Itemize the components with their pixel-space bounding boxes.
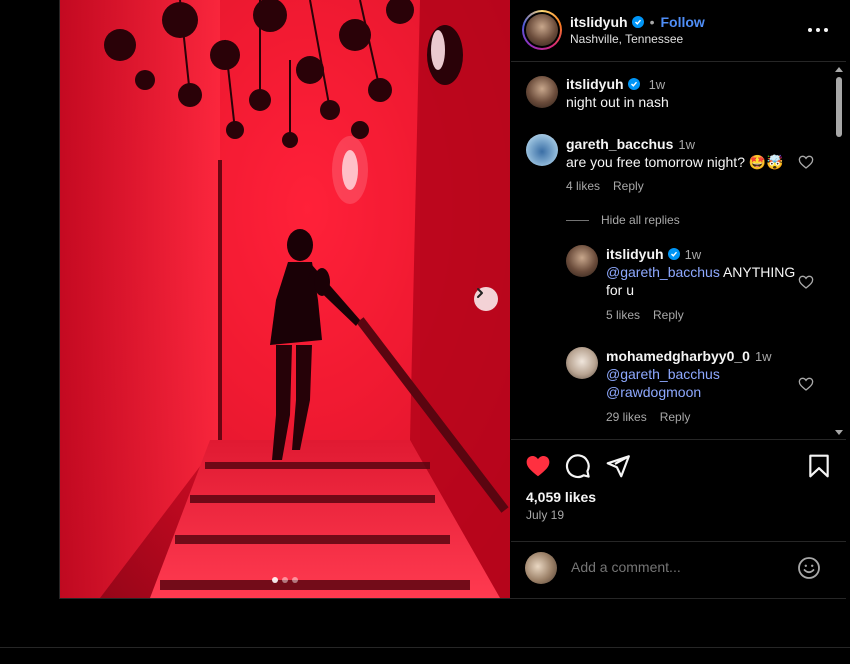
comments-list[interactable]: itslidyuh 1w night out in nash gareth_ba…	[511, 63, 846, 440]
scroll-thumb[interactable]	[836, 77, 842, 137]
reply-username[interactable]: mohamedgharbyy0_0	[606, 348, 750, 364]
carousel-dot	[292, 577, 298, 583]
reply-likes[interactable]: 5 likes	[606, 308, 640, 322]
avatar[interactable]	[566, 245, 598, 277]
emoji-icon[interactable]	[797, 556, 821, 580]
reply-time[interactable]: 1w	[685, 247, 702, 262]
like-count[interactable]: 4,059 likes	[526, 489, 596, 505]
reply-author: itslidyuh 1w	[606, 246, 701, 262]
mention-link[interactable]: @rawdogmoon	[606, 384, 701, 400]
carousel-dot	[272, 577, 278, 583]
reply-button[interactable]: Reply	[613, 179, 644, 193]
reply-username[interactable]: itslidyuh	[606, 246, 664, 262]
post-photo	[60, 0, 510, 598]
reply-button[interactable]: Reply	[660, 410, 691, 424]
caption-username[interactable]: itslidyuh	[566, 76, 624, 92]
reply-text: @gareth_bacchus @rawdogmoon	[606, 365, 720, 401]
follow-button[interactable]: Follow	[660, 14, 704, 30]
comment-text: are you free tomorrow night? 🤩🤯	[566, 154, 784, 170]
comment-input[interactable]	[571, 559, 791, 575]
caption-author: itslidyuh 1w	[566, 76, 665, 92]
mention-link[interactable]: @gareth_bacchus	[606, 366, 720, 382]
bottom-divider	[0, 647, 850, 648]
bookmark-icon[interactable]	[806, 453, 832, 479]
reply-text-body: ANYTHING	[722, 264, 796, 280]
comment-meta: 4 likes Reply	[566, 179, 644, 193]
post-side-panel: itslidyuh • Follow Nashville, Tennessee …	[511, 0, 846, 598]
reply-time[interactable]: 1w	[755, 349, 772, 364]
more-icon[interactable]	[808, 22, 828, 38]
reply-button[interactable]: Reply	[653, 308, 684, 322]
hide-replies-button[interactable]: Hide all replies	[566, 213, 680, 227]
hide-replies-line	[566, 219, 589, 221]
post-actions: 4,059 likes July 19	[511, 441, 846, 541]
heart-icon[interactable]	[798, 274, 814, 290]
avatar	[525, 552, 557, 584]
reply-author: mohamedgharbyy0_0 1w	[606, 348, 772, 364]
carousel-indicator	[272, 577, 298, 583]
reply-meta: 29 likes Reply	[606, 410, 690, 424]
post-media[interactable]	[60, 0, 510, 598]
chevron-right-icon	[477, 288, 483, 298]
post-location[interactable]: Nashville, Tennessee	[570, 32, 683, 46]
scroll-down-arrow[interactable]	[835, 430, 843, 435]
verified-icon	[667, 248, 680, 260]
author-name-row: itslidyuh • Follow	[570, 14, 705, 30]
avatar[interactable]	[526, 76, 558, 108]
reply-meta: 5 likes Reply	[606, 308, 684, 322]
heart-icon[interactable]	[525, 453, 551, 479]
author-username[interactable]: itslidyuh	[570, 14, 628, 30]
carousel-dot	[282, 577, 288, 583]
comment-icon[interactable]	[565, 453, 591, 479]
add-comment-bar	[511, 541, 846, 598]
mention-link[interactable]: @gareth_bacchus	[606, 264, 720, 280]
comment-author: gareth_bacchus 1w	[566, 136, 695, 152]
reply-likes[interactable]: 29 likes	[606, 410, 647, 424]
post-header: itslidyuh • Follow Nashville, Tennessee	[511, 0, 846, 62]
comments-scrollbar[interactable]	[832, 63, 846, 439]
caption-time[interactable]: 1w	[649, 77, 666, 92]
avatar[interactable]	[566, 347, 598, 379]
caption-text: night out in nash	[566, 94, 669, 110]
reply-text: @gareth_bacchus ANYTHING for u	[606, 263, 806, 299]
comment-likes[interactable]: 4 likes	[566, 179, 600, 193]
separator-dot: •	[649, 14, 655, 30]
hide-replies-label: Hide all replies	[601, 213, 680, 227]
avatar[interactable]	[526, 134, 558, 166]
heart-icon[interactable]	[798, 154, 814, 170]
reply-text-body-2: for u	[606, 282, 635, 298]
verified-icon	[627, 78, 640, 90]
post-date[interactable]: July 19	[526, 508, 564, 522]
share-icon[interactable]	[605, 453, 631, 479]
scroll-up-arrow[interactable]	[835, 67, 843, 72]
heart-icon[interactable]	[798, 376, 814, 392]
comment-username[interactable]: gareth_bacchus	[566, 136, 673, 152]
author-avatar[interactable]	[522, 10, 562, 50]
comment-time[interactable]: 1w	[678, 137, 695, 152]
next-image-button[interactable]	[474, 287, 498, 311]
verified-icon	[631, 16, 644, 28]
post-modal: itslidyuh • Follow Nashville, Tennessee …	[59, 0, 846, 599]
